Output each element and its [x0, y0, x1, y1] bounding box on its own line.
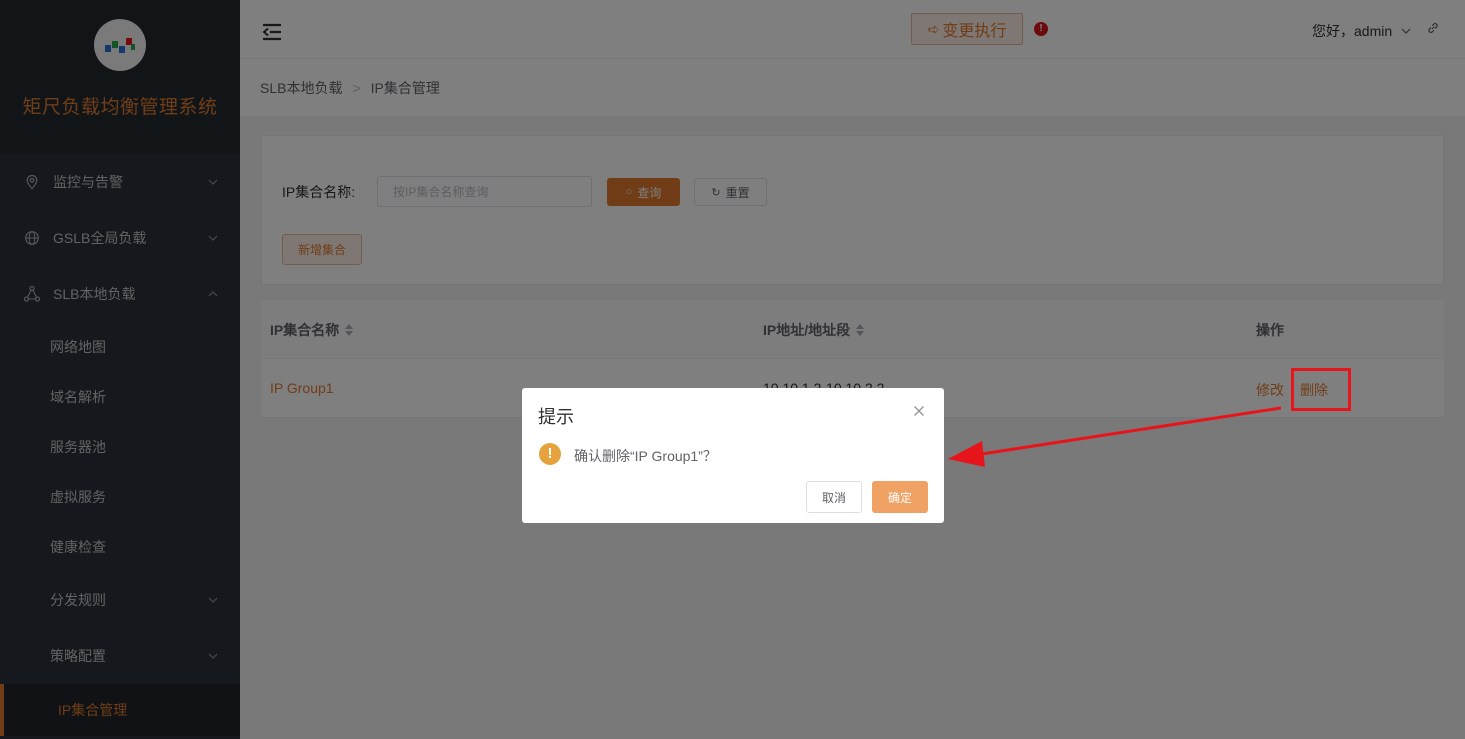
dialog-message: 确认删除“IP Group1”？	[574, 448, 717, 464]
confirm-button[interactable]: 确定	[872, 481, 928, 513]
ok-label: 确定	[887, 490, 912, 505]
annotation-highlight-box	[1291, 368, 1351, 411]
confirm-dialog: 提示 ! 确认删除“IP Group1”？ 取消 确定	[522, 388, 944, 523]
cancel-button[interactable]: 取消	[806, 481, 862, 513]
warning-icon: !	[539, 443, 561, 465]
cancel-label: 取消	[821, 490, 846, 505]
dialog-title: 提示	[538, 407, 574, 427]
close-icon[interactable]	[913, 405, 925, 417]
modal-overlay[interactable]	[0, 0, 1465, 739]
